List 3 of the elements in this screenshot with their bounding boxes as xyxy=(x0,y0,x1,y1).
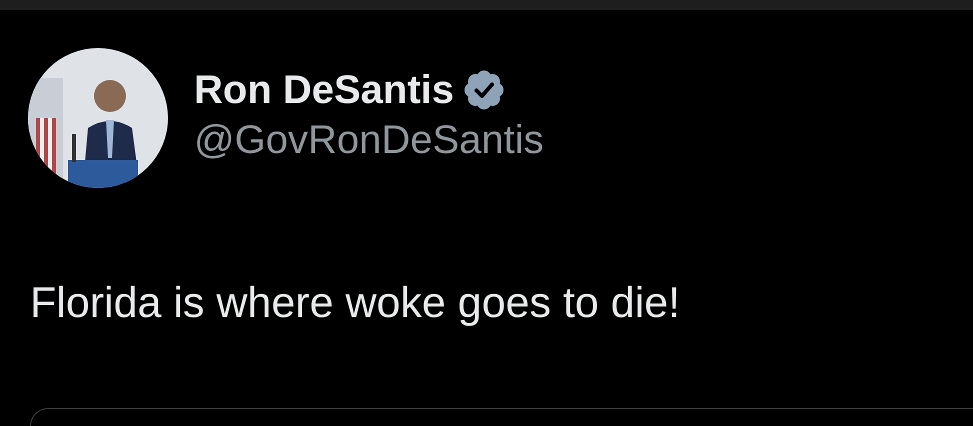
display-name: Ron DeSantis xyxy=(194,67,454,114)
tweet-text: Florida is where woke goes to die! xyxy=(29,278,680,329)
user-handle[interactable]: @GovRonDeSantis xyxy=(194,116,544,164)
